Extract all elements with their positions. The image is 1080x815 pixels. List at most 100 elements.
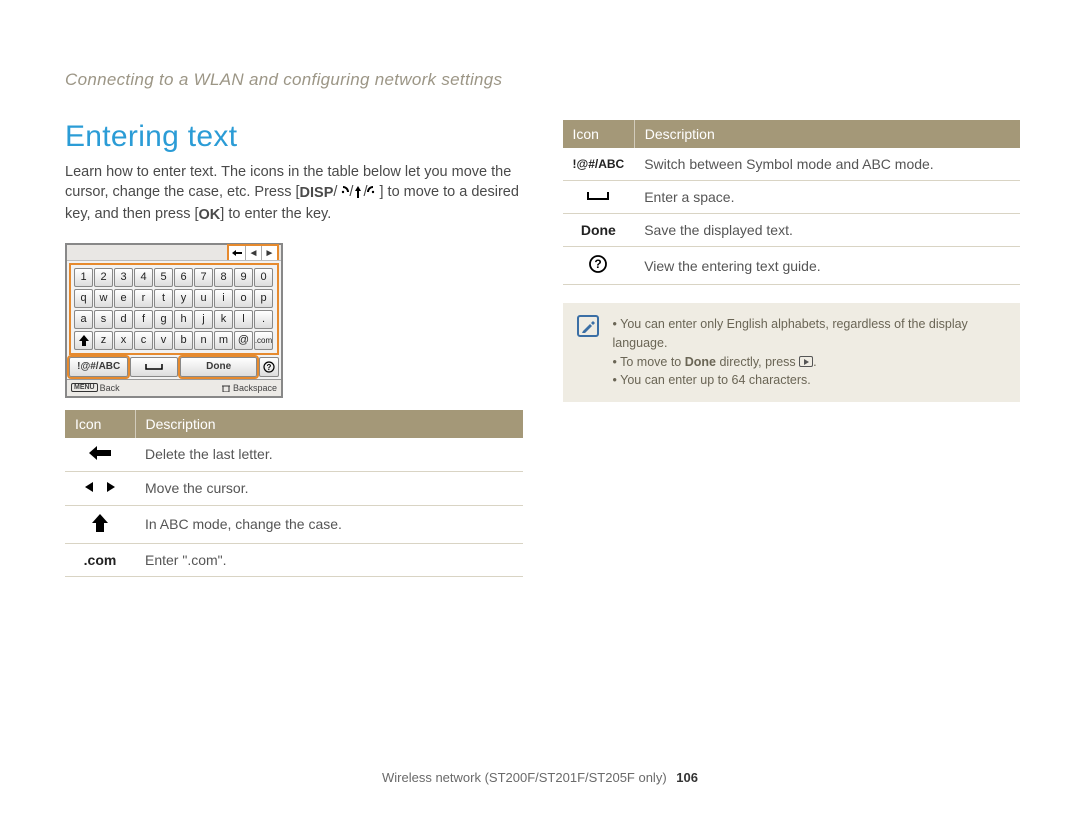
note-item: You can enter up to 64 characters. <box>613 371 1007 390</box>
keyboard-key: 1 <box>74 268 93 287</box>
keyboard-key: 5 <box>154 268 173 287</box>
keyboard-top-bar: ◄ ► <box>67 245 281 261</box>
table-row: .com Enter ".com". <box>65 543 523 576</box>
nav-icons-inline: /// <box>333 184 379 200</box>
keyboard-key: q <box>74 289 93 308</box>
keyboard-key: 8 <box>214 268 233 287</box>
table-row: Done Save the displayed text. <box>563 214 1021 247</box>
keyboard-footer: MENU Back Backspace <box>67 379 281 396</box>
left-column: Entering text Learn how to enter text. T… <box>65 120 523 577</box>
backspace-arrow-icon <box>89 446 111 463</box>
mode-switch-key: !@#/ABC <box>69 357 128 377</box>
ok-label: OK <box>199 205 221 225</box>
keyboard-key: o <box>234 289 253 308</box>
keyboard-key: . <box>254 310 273 329</box>
right-column: Icon Description !@#/ABC Switch between … <box>563 120 1021 577</box>
keyboard-key: g <box>154 310 173 329</box>
footer-text: Wireless network (ST200F/ST201F/ST205F o… <box>382 770 667 785</box>
row-desc: In ABC mode, change the case. <box>135 505 523 543</box>
keyboard-key: b <box>174 331 193 350</box>
intro-paragraph: Learn how to enter text. The icons in th… <box>65 162 523 225</box>
row-desc: View the entering text guide. <box>634 247 1020 285</box>
row-desc: Move the cursor. <box>135 471 523 505</box>
keyboard-key: k <box>214 310 233 329</box>
keyboard-key: c <box>134 331 153 350</box>
row-desc: Switch between Symbol mode and ABC mode. <box>634 148 1020 181</box>
note-list: You can enter only English alphabets, re… <box>613 315 1007 390</box>
keyboard-key: l <box>234 310 253 329</box>
th-desc: Description <box>634 120 1020 148</box>
keyboard-key: f <box>134 310 153 329</box>
play-button-icon <box>799 356 813 367</box>
kb-back-icon <box>229 246 245 260</box>
disp-label: DISP <box>300 183 334 203</box>
keyboard-key: h <box>174 310 193 329</box>
note-item: You can enter only English alphabets, re… <box>613 315 1007 353</box>
note-icon <box>577 315 599 337</box>
note-item: To move to Done directly, press . <box>613 353 1007 372</box>
keyboard-key: 4 <box>134 268 153 287</box>
keyboard-key: j <box>194 310 213 329</box>
keyboard-key: 6 <box>174 268 193 287</box>
th-desc: Description <box>135 410 523 438</box>
keyboard-top-buttons: ◄ ► <box>227 244 279 260</box>
keyboard-key: u <box>194 289 213 308</box>
svg-text:?: ? <box>267 363 272 372</box>
icon-table-right: Icon Description !@#/ABC Switch between … <box>563 120 1021 285</box>
cursor-arrows-icon <box>83 480 117 497</box>
table-row: ? View the entering text guide. <box>563 247 1021 285</box>
keyboard-key: .com <box>254 331 273 350</box>
keyboard-key: i <box>214 289 233 308</box>
page-title: Entering text <box>65 120 523 154</box>
keyboard-key: m <box>214 331 233 350</box>
mode-text-icon: !@#/ABC <box>563 148 635 181</box>
page-footer: Wireless network (ST200F/ST201F/ST205F o… <box>0 770 1080 785</box>
keyboard-key: 7 <box>194 268 213 287</box>
keyboard-key: 3 <box>114 268 133 287</box>
space-key <box>130 357 178 377</box>
keyboard-key: s <box>94 310 113 329</box>
keyboard-key: @ <box>234 331 253 350</box>
keyboard-key: z <box>94 331 113 350</box>
keyboard-key: 9 <box>234 268 253 287</box>
svg-text:?: ? <box>595 257 602 271</box>
footer-back-label: Back <box>100 383 120 393</box>
dotcom-icon: .com <box>65 543 135 576</box>
th-icon: Icon <box>65 410 135 438</box>
help-key: ? <box>259 357 279 377</box>
table-row: !@#/ABC Switch between Symbol mode and A… <box>563 148 1021 181</box>
kb-left-icon: ◄ <box>245 246 261 260</box>
kb-right-icon: ► <box>261 246 277 260</box>
keyboard-key: y <box>174 289 193 308</box>
keyboard-key: a <box>74 310 93 329</box>
footer-backspace-label: Backspace <box>233 383 277 393</box>
intro-text-3: ] to enter the key. <box>220 206 331 222</box>
table-row: In ABC mode, change the case. <box>65 505 523 543</box>
table-row: Move the cursor. <box>65 471 523 505</box>
keyboard-key: p <box>254 289 273 308</box>
breadcrumb: Connecting to a WLAN and configuring net… <box>65 70 1020 90</box>
table-row: Enter a space. <box>563 181 1021 214</box>
keyboard-key: 0 <box>254 268 273 287</box>
row-desc: Save the displayed text. <box>634 214 1020 247</box>
trash-icon <box>221 384 231 392</box>
keyboard-bottom-row: !@#/ABC Done ? <box>69 357 279 377</box>
keyboard-key: e <box>114 289 133 308</box>
row-desc: Enter a space. <box>634 181 1020 214</box>
keyboard-key: x <box>114 331 133 350</box>
spacebar-icon <box>586 189 610 205</box>
keyboard-key: w <box>94 289 113 308</box>
keyboard-keys: 1234567890qwertyuiopasdfghjkl.zxcvbnm@.c… <box>69 263 279 355</box>
icon-table-left: Icon Description Delete the last letter.… <box>65 410 523 577</box>
keyboard-key: t <box>154 289 173 308</box>
keyboard-key: 2 <box>94 268 113 287</box>
page-number: 106 <box>676 770 698 785</box>
keyboard-key: d <box>114 310 133 329</box>
shift-arrow-icon <box>92 514 108 535</box>
done-text-icon: Done <box>563 214 635 247</box>
done-key: Done <box>180 357 257 377</box>
keyboard-illustration: ◄ ► 1234567890qwertyuiopasdfghjkl.zxcvbn… <box>65 243 283 398</box>
row-desc: Enter ".com". <box>135 543 523 576</box>
keyboard-key: v <box>154 331 173 350</box>
menu-badge: MENU <box>71 383 98 392</box>
